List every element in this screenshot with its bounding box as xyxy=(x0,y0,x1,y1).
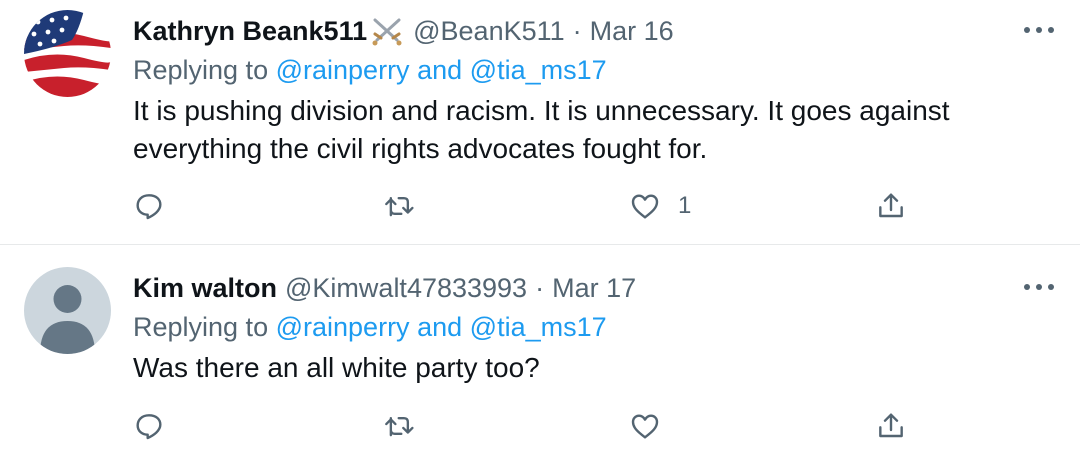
mention-link[interactable]: @tia_ms17 xyxy=(470,55,607,85)
tweet[interactable]: Kim walton @Kimwalt47833993 · Mar 17 Rep… xyxy=(0,245,1080,457)
like-button[interactable]: 1 xyxy=(628,188,691,224)
retweet-icon xyxy=(385,416,414,437)
crossed-swords-icon xyxy=(369,16,405,46)
share-button[interactable] xyxy=(875,408,907,444)
retweet-button[interactable] xyxy=(383,188,417,224)
reply-button[interactable] xyxy=(133,188,165,224)
user-handle[interactable]: @Kimwalt47833993 xyxy=(285,273,527,304)
share-icon xyxy=(879,193,903,218)
default-avatar-icon xyxy=(24,267,111,354)
more-icon[interactable] xyxy=(1024,275,1054,299)
mention-link[interactable]: @rainperry xyxy=(276,55,410,85)
avatar[interactable] xyxy=(24,10,111,97)
mention-link[interactable]: @rainperry xyxy=(276,312,410,342)
user-name[interactable]: Kim walton xyxy=(133,273,277,304)
reply-icon xyxy=(136,414,162,440)
replying-to: Replying to @rainperry and @tia_ms17 xyxy=(133,312,607,343)
retweet-button[interactable] xyxy=(383,408,417,444)
mention-and: and xyxy=(417,55,463,85)
action-bar xyxy=(133,408,933,444)
reply-icon xyxy=(136,194,162,220)
share-button[interactable] xyxy=(875,188,907,224)
like-count: 1 xyxy=(678,192,692,219)
replying-prefix: Replying to xyxy=(133,312,269,342)
share-icon xyxy=(879,413,903,438)
separator: · xyxy=(572,15,582,46)
tweet-date[interactable]: Mar 16 xyxy=(590,16,674,47)
separator: · xyxy=(535,272,545,303)
mention-and: and xyxy=(417,312,463,342)
tweet-header: Kathryn Beank511 @BeanK511 · Mar 16 xyxy=(133,14,674,48)
avatar[interactable] xyxy=(24,267,111,354)
tweet-text: It is pushing division and racism. It is… xyxy=(133,95,950,164)
more-icon[interactable] xyxy=(1024,18,1054,42)
like-button[interactable] xyxy=(628,408,662,444)
replying-prefix: Replying to xyxy=(133,55,269,85)
tweet[interactable]: Kathryn Beank511 @BeanK511 · Mar 16 Repl… xyxy=(0,0,1080,244)
tweet-text: Was there an all white party too? xyxy=(133,352,540,383)
tweet-date[interactable]: Mar 17 xyxy=(552,273,636,304)
like-icon xyxy=(631,194,659,219)
replying-to: Replying to @rainperry and @tia_ms17 xyxy=(133,55,607,86)
tweet-header: Kim walton @Kimwalt47833993 · Mar 17 xyxy=(133,271,636,305)
user-handle[interactable]: @BeanK511 xyxy=(413,16,565,47)
like-icon xyxy=(631,414,659,439)
mention-link[interactable]: @tia_ms17 xyxy=(470,312,607,342)
reply-button[interactable] xyxy=(133,408,165,444)
action-bar: 1 xyxy=(133,188,933,224)
retweet-icon xyxy=(385,196,414,217)
us-flag-icon xyxy=(24,10,111,97)
user-name[interactable]: Kathryn Beank511 xyxy=(133,16,367,47)
